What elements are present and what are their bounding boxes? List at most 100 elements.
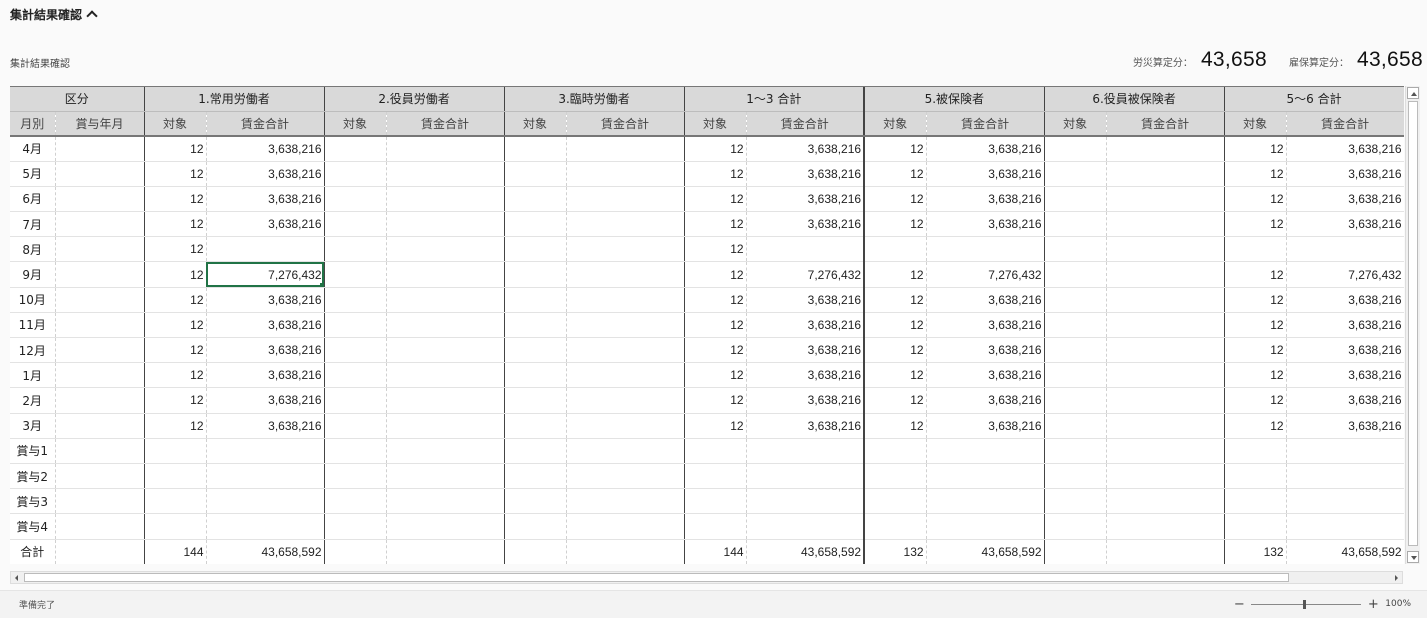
- grid-cell[interactable]: [386, 161, 505, 187]
- grid-cell[interactable]: [386, 287, 505, 313]
- grid-cell[interactable]: [206, 438, 325, 464]
- scroll-down-icon[interactable]: [1407, 551, 1419, 563]
- row-label[interactable]: 12月: [10, 337, 56, 364]
- grid-cell[interactable]: [1286, 463, 1404, 490]
- grid-cell[interactable]: 3,638,216: [206, 337, 325, 364]
- grid-cell[interactable]: [504, 337, 567, 364]
- grid-cell[interactable]: [55, 438, 145, 464]
- grid-cell[interactable]: 12: [144, 362, 207, 389]
- grid-cell[interactable]: 3,638,216: [746, 413, 866, 439]
- grid-cell[interactable]: 3,638,216: [206, 362, 325, 389]
- grid-cell[interactable]: [504, 186, 567, 213]
- grid-cell[interactable]: [1106, 463, 1225, 490]
- grid-cell[interactable]: 3,638,216: [926, 136, 1045, 162]
- grid-cell[interactable]: [504, 513, 567, 540]
- grid-cell[interactable]: [55, 413, 145, 439]
- row-label[interactable]: 2月: [10, 387, 56, 414]
- grid-cell[interactable]: [1224, 513, 1287, 540]
- grid-cell[interactable]: [504, 236, 567, 263]
- grid-cell[interactable]: 3,638,216: [926, 362, 1045, 389]
- grid-cell[interactable]: [1106, 136, 1225, 162]
- grid-cell[interactable]: [386, 236, 505, 263]
- row-label[interactable]: 5月: [10, 161, 56, 187]
- grid-cell[interactable]: [926, 236, 1045, 263]
- grid-cell[interactable]: [324, 488, 387, 515]
- section-toggle[interactable]: 集計結果確認: [10, 5, 98, 23]
- grid-cell[interactable]: [1224, 463, 1287, 490]
- grid-cell[interactable]: 12: [1224, 161, 1287, 187]
- grid-cell[interactable]: [386, 312, 505, 339]
- grid-cell[interactable]: [324, 161, 387, 187]
- grid-cell[interactable]: [386, 337, 505, 364]
- grid-cell[interactable]: 43,658,592: [926, 539, 1045, 564]
- grid-cell[interactable]: 12: [1224, 362, 1287, 389]
- grid-cell[interactable]: 3,638,216: [926, 413, 1045, 439]
- grid-cell[interactable]: 3,638,216: [206, 312, 325, 339]
- grid-cell[interactable]: [55, 513, 145, 540]
- grid-cell[interactable]: [1106, 513, 1225, 540]
- grid-cell[interactable]: [566, 362, 685, 389]
- grid-cell[interactable]: [684, 513, 747, 540]
- grid-cell[interactable]: 3,638,216: [746, 337, 866, 364]
- row-label[interactable]: 賞与2: [10, 463, 56, 490]
- grid-cell[interactable]: 3,638,216: [1286, 312, 1404, 339]
- zoom-out-button[interactable]: −: [1233, 597, 1245, 612]
- grid-cell[interactable]: 3,638,216: [206, 161, 325, 187]
- grid-cell[interactable]: 43,658,592: [746, 539, 866, 564]
- grid-cell[interactable]: 12: [864, 287, 927, 313]
- grid-cell[interactable]: [864, 438, 927, 464]
- grid-cell[interactable]: [504, 211, 567, 238]
- grid-cell[interactable]: [504, 539, 567, 564]
- grid-cell[interactable]: 12: [684, 287, 747, 313]
- grid-cell[interactable]: [55, 387, 145, 414]
- grid-cell[interactable]: 12: [144, 236, 207, 263]
- grid-cell[interactable]: 7,276,432: [1286, 261, 1404, 288]
- grid-cell[interactable]: 3,638,216: [1286, 413, 1404, 439]
- horizontal-scroll-thumb[interactable]: [24, 573, 1289, 582]
- grid-cell[interactable]: [566, 211, 685, 238]
- grid-cell[interactable]: 12: [144, 287, 207, 313]
- grid-cell[interactable]: [1044, 438, 1107, 464]
- grid-cell[interactable]: [144, 463, 207, 490]
- grid-cell[interactable]: [926, 513, 1045, 540]
- grid-cell[interactable]: [324, 261, 387, 288]
- grid-cell[interactable]: [684, 463, 747, 490]
- grid-cell[interactable]: [1106, 438, 1225, 464]
- grid-cell[interactable]: 12: [864, 161, 927, 187]
- grid-cell[interactable]: 12: [684, 337, 747, 364]
- grid-cell[interactable]: [1106, 186, 1225, 213]
- grid-cell[interactable]: 3,638,216: [746, 161, 866, 187]
- zoom-in-button[interactable]: +: [1367, 597, 1379, 612]
- grid-cell[interactable]: [1044, 488, 1107, 515]
- grid-cell[interactable]: [324, 387, 387, 414]
- grid-cell[interactable]: [1044, 513, 1107, 540]
- grid-cell[interactable]: 12: [864, 312, 927, 339]
- grid-cell[interactable]: [864, 236, 927, 263]
- grid-cell[interactable]: [386, 387, 505, 414]
- grid-cell[interactable]: [566, 463, 685, 490]
- grid-cell[interactable]: 3,638,216: [746, 387, 866, 414]
- grid-cell[interactable]: [1106, 488, 1225, 515]
- grid-cell[interactable]: [386, 539, 505, 564]
- grid-cell[interactable]: 12: [1224, 136, 1287, 162]
- grid-cell[interactable]: 12: [144, 337, 207, 364]
- grid-cell[interactable]: 12: [864, 387, 927, 414]
- grid-cell[interactable]: [386, 488, 505, 515]
- grid-cell[interactable]: [684, 488, 747, 515]
- grid-cell[interactable]: [1044, 463, 1107, 490]
- grid-cell[interactable]: 12: [684, 186, 747, 213]
- grid-cell[interactable]: [144, 438, 207, 464]
- grid-cell[interactable]: [55, 463, 145, 490]
- grid-cell[interactable]: 12: [144, 312, 207, 339]
- grid-cell[interactable]: 3,638,216: [206, 136, 325, 162]
- row-label[interactable]: 10月: [10, 287, 56, 313]
- grid-cell[interactable]: [55, 236, 145, 263]
- grid-cell[interactable]: [386, 362, 505, 389]
- grid-cell[interactable]: [566, 387, 685, 414]
- grid-cell[interactable]: 132: [1224, 539, 1287, 564]
- grid-cell[interactable]: [1106, 236, 1225, 263]
- grid-cell[interactable]: [746, 236, 866, 263]
- grid-cell[interactable]: 7,276,432: [746, 261, 866, 288]
- grid-cell[interactable]: 3,638,216: [1286, 362, 1404, 389]
- grid-cell[interactable]: [1286, 236, 1404, 263]
